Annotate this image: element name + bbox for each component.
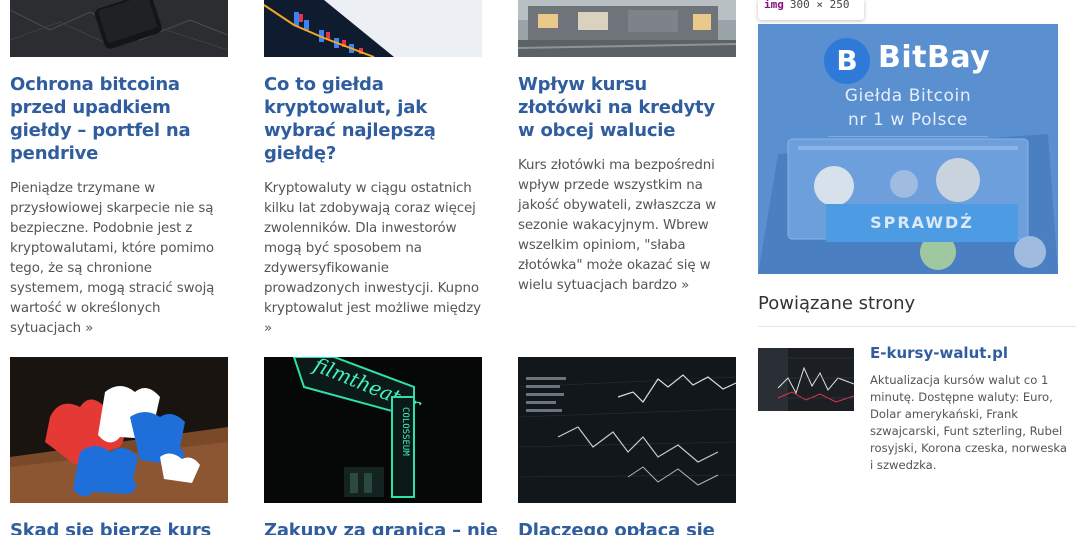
article-card: Wpływ kursu złotówki na kredyty w obcej …: [518, 0, 736, 296]
article-thumbnail-house[interactable]: [518, 0, 736, 57]
article-title[interactable]: Ochrona bitcoina przed upadkiem giełdy –…: [10, 73, 228, 165]
ad-cta-button[interactable]: SPRAWDŹ: [826, 204, 1018, 242]
bitbay-ad-banner[interactable]: B BitBay Giełda Bitcoin nr 1 w Polsce SP…: [758, 24, 1058, 274]
article-excerpt: Kryptowaluty w ciągu ostatnich kilku lat…: [264, 179, 482, 339]
sidebar-divider: [758, 326, 1076, 327]
tag-name: img: [764, 0, 784, 11]
article-card: Skąd się bierze kurs: [10, 357, 228, 535]
ad-fineprint-divider: [828, 136, 988, 142]
article-title[interactable]: Dlaczego opłaca się: [518, 519, 736, 535]
devtools-element-tag: img 300 × 250: [758, 0, 864, 20]
ad-headline: Giełda Bitcoin: [844, 86, 972, 106]
article-excerpt: Kurs złotówki ma bezpośredni wpływ przed…: [518, 156, 736, 296]
related-site-title[interactable]: E-kursy-walut.pl: [870, 344, 1008, 362]
article-excerpt-text[interactable]: Pieniądze trzymane w przysłowiowej skarp…: [10, 181, 214, 336]
article-title[interactable]: Co to giełda kryptowalut, jak wybrać naj…: [264, 73, 482, 165]
article-card: Ochrona bitcoina przed upadkiem giełdy –…: [10, 0, 228, 339]
article-thumbnail-trading-chart[interactable]: [264, 0, 482, 57]
article-card: Co to giełda kryptowalut, jak wybrać naj…: [264, 0, 482, 339]
article-title[interactable]: Skąd się bierze kurs: [10, 519, 228, 535]
article-thumbnail-puzzle[interactable]: [10, 357, 228, 503]
article-title[interactable]: Zakupy za granicą – nie: [264, 519, 498, 535]
article-excerpt: Pieniądze trzymane w przysłowiowej skarp…: [10, 179, 228, 339]
related-site-thumbnail[interactable]: [758, 348, 854, 411]
bitbay-logo-icon: B: [824, 38, 870, 84]
article-excerpt-text[interactable]: Kryptowaluty w ciągu ostatnich kilku lat…: [264, 181, 481, 336]
tag-dimensions: 300 × 250: [789, 0, 850, 11]
article-title[interactable]: Wpływ kursu złotówki na kredyty w obcej …: [518, 73, 736, 142]
article-thumbnail-pendrive[interactable]: [10, 0, 228, 57]
article-card: filmtheater COLOSSEUM Zakupy za granicą …: [264, 357, 498, 535]
related-site-description: Aktualizacja kursów walut co 1 minutę. D…: [870, 373, 1068, 472]
sidebar-heading: Powiązane strony: [758, 293, 916, 314]
article-thumbnail-neon-sign[interactable]: filmtheater COLOSSEUM: [264, 357, 482, 503]
ad-brand: BitBay: [878, 40, 991, 75]
article-excerpt-text[interactable]: Kurs złotówki ma bezpośredni wpływ przed…: [518, 158, 716, 293]
article-card: Dlaczego opłaca się: [518, 357, 736, 535]
svg-text:COLOSSEUM: COLOSSEUM: [400, 407, 410, 456]
article-thumbnail-stock-screen[interactable]: [518, 357, 736, 503]
ad-subheadline: nr 1 w Polsce: [848, 110, 968, 130]
